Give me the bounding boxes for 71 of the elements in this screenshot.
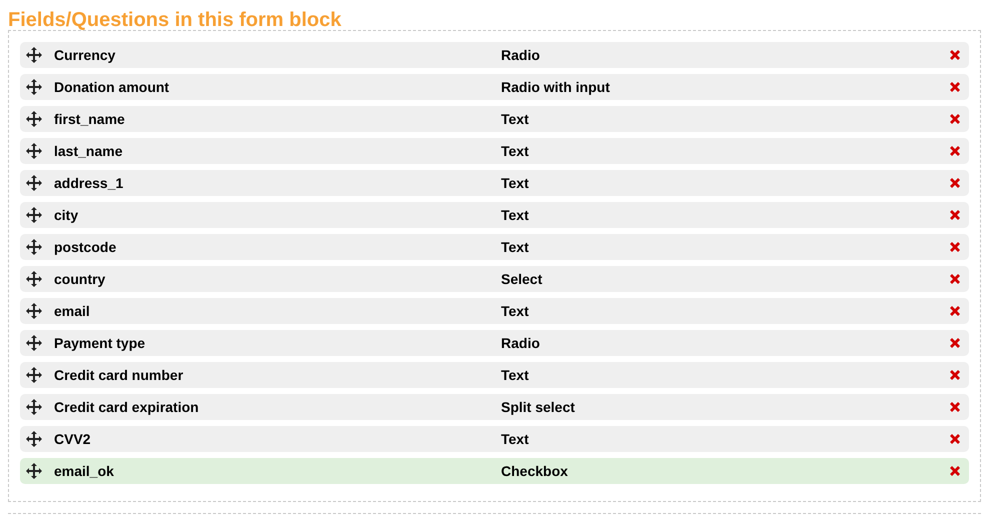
field-row[interactable]: last_name Text xyxy=(20,138,969,164)
field-row[interactable]: first_name Text xyxy=(20,106,969,132)
field-name: email xyxy=(54,303,91,319)
field-type: Text xyxy=(501,111,530,127)
field-name: Credit card expiration xyxy=(54,399,200,415)
field-type: Select xyxy=(501,271,544,287)
delete-icon[interactable] xyxy=(949,369,961,381)
delete-icon[interactable] xyxy=(949,209,961,221)
field-name: CVV2 xyxy=(54,431,92,447)
field-name: postcode xyxy=(54,239,118,255)
field-type: Text xyxy=(501,431,530,447)
field-row[interactable]: address_1 Text xyxy=(20,170,969,196)
delete-icon[interactable] xyxy=(949,177,961,189)
field-type: Radio xyxy=(501,335,541,351)
field-name: country xyxy=(54,271,106,287)
move-icon[interactable] xyxy=(26,271,42,287)
field-type: Text xyxy=(501,303,530,319)
field-name: Credit card number xyxy=(54,367,184,383)
field-row[interactable]: email Text xyxy=(20,298,969,324)
move-icon[interactable] xyxy=(26,303,42,319)
delete-icon[interactable] xyxy=(949,305,961,317)
field-name: Currency xyxy=(54,47,116,63)
field-row[interactable]: Donation amount Radio with input xyxy=(20,74,969,100)
delete-icon[interactable] xyxy=(949,145,961,157)
move-icon[interactable] xyxy=(26,111,42,127)
move-icon[interactable] xyxy=(26,335,42,351)
move-icon[interactable] xyxy=(26,239,42,255)
delete-icon[interactable] xyxy=(949,113,961,125)
field-name: city xyxy=(54,207,80,223)
field-row[interactable]: postcode Text xyxy=(20,234,969,260)
field-type: Checkbox xyxy=(501,463,569,479)
delete-icon[interactable] xyxy=(949,49,961,61)
field-type: Text xyxy=(501,239,530,255)
move-icon[interactable] xyxy=(26,431,42,447)
field-name: address_1 xyxy=(54,175,124,191)
field-row[interactable]: country Select xyxy=(20,266,969,292)
field-type: Text xyxy=(501,207,530,223)
field-type: Text xyxy=(501,367,530,383)
field-row[interactable]: email_ok Checkbox xyxy=(20,458,969,484)
move-icon[interactable] xyxy=(26,175,42,191)
field-name: email_ok xyxy=(54,463,115,479)
section-title: Fields/Questions in this form block xyxy=(8,8,342,29)
field-row[interactable]: city Text xyxy=(20,202,969,228)
field-row[interactable]: Currency Radio xyxy=(20,42,969,68)
move-icon[interactable] xyxy=(26,399,42,415)
move-icon[interactable] xyxy=(26,463,42,479)
delete-icon[interactable] xyxy=(949,337,961,349)
field-row[interactable]: CVV2 Text xyxy=(20,426,969,452)
field-type: Text xyxy=(501,143,530,159)
field-name: Donation amount xyxy=(54,79,170,95)
field-row[interactable]: Credit card expiration Split select xyxy=(20,394,969,420)
field-row[interactable]: Credit card number Text xyxy=(20,362,969,388)
move-icon[interactable] xyxy=(26,207,42,223)
move-icon[interactable] xyxy=(26,367,42,383)
field-type: Radio xyxy=(501,47,541,63)
field-type: Split select xyxy=(501,399,576,415)
field-name: last_name xyxy=(54,143,124,159)
field-type: Radio with input xyxy=(501,79,611,95)
delete-icon[interactable] xyxy=(949,81,961,93)
field-name: Payment type xyxy=(54,335,146,351)
field-name: first_name xyxy=(54,111,126,127)
move-icon[interactable] xyxy=(26,143,42,159)
field-type: Text xyxy=(501,175,530,191)
delete-icon[interactable] xyxy=(949,433,961,445)
delete-icon[interactable] xyxy=(949,241,961,253)
delete-icon[interactable] xyxy=(949,273,961,285)
delete-icon[interactable] xyxy=(949,401,961,413)
move-icon[interactable] xyxy=(26,47,42,63)
field-row[interactable]: Payment type Radio xyxy=(20,330,969,356)
move-icon[interactable] xyxy=(26,79,42,95)
delete-icon[interactable] xyxy=(949,465,961,477)
